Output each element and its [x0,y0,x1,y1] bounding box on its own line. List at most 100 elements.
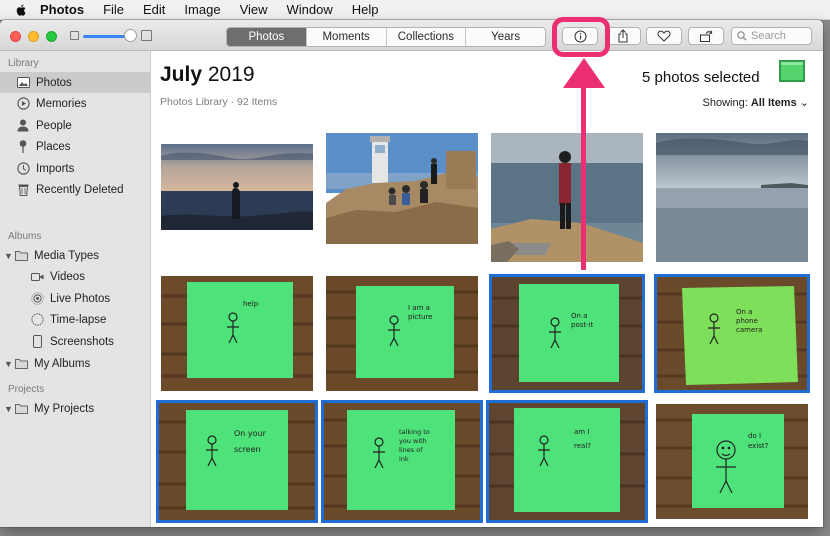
live-photo-icon [30,292,44,306]
annotation-arrow-shaft [581,82,586,270]
photo-thumbnail[interactable]: help [161,276,313,391]
menu-file[interactable]: File [103,2,124,17]
sidebar-item-imports[interactable]: Imports [0,158,150,179]
heart-icon [657,30,671,42]
disclosure-expanded-icon[interactable]: ▼ [4,251,14,261]
menu-bar: Photos File Edit Image View Window Help [0,0,830,20]
search-placeholder: Search [751,30,786,42]
tab-collections[interactable]: Collections [387,28,467,46]
library-subtitle: Photos Library · 92 Items [160,96,278,108]
view-tabs: Photos Moments Collections Years [226,27,546,47]
photo-thumbnail[interactable] [326,133,478,244]
sidebar-item-label: Time-lapse [50,313,107,326]
photo-thumbnail-selected[interactable]: talking to you with lines of ink [321,400,483,523]
photo-thumbnail-selected[interactable]: On your screen [156,400,318,523]
photo-thumbnail-selected[interactable]: On a phone camera [654,274,810,393]
sidebar-item-videos[interactable]: Videos [0,266,150,287]
photo-thumbnail[interactable]: I am a picture [326,276,478,391]
search-field[interactable]: Search [731,27,812,45]
folder-icon [14,249,28,263]
sidebar-section-library: Library [8,58,39,69]
sidebar-item-label: Memories [36,97,87,110]
sidebar-item-photos[interactable]: Photos [0,72,150,93]
photo-thumbnail[interactable] [656,133,808,262]
photo-thumbnail[interactable] [161,144,313,230]
rotate-button[interactable] [688,27,724,45]
trash-icon [16,183,30,197]
sidebar-item-label: Screenshots [50,335,114,348]
sidebar-item-label: My Albums [34,357,91,370]
sidebar: Library Photos Memories People Places Im… [0,51,151,527]
photos-window: Photos Moments Collections Years Search … [0,20,823,527]
sidebar-item-label: Imports [36,162,75,175]
showing-filter[interactable]: Showing: All Items ⌄ [703,96,809,109]
selected-count: 5 photos selected [642,69,760,86]
tab-years[interactable]: Years [466,28,545,46]
folder-icon [14,402,28,416]
sidebar-item-label: My Projects [34,402,95,415]
search-icon [737,31,747,41]
photo-thumbnail-selected[interactable]: am Ireal? [486,400,648,523]
sidebar-item-label: Places [36,140,71,153]
sidebar-item-label: Videos [50,270,85,283]
sidebar-item-my-projects[interactable]: ▼ My Projects [0,398,150,419]
tab-photos[interactable]: Photos [227,28,307,46]
video-icon [30,270,44,284]
screenshot-icon [30,335,44,349]
photo-thumbnail-selected[interactable]: On a post-it [489,274,645,393]
folder-icon [14,357,28,371]
minimize-window-button[interactable] [28,31,39,42]
sidebar-item-screenshots[interactable]: Screenshots [0,331,150,352]
memories-icon [16,97,30,111]
photo-thumbnail[interactable] [491,133,643,262]
menu-edit[interactable]: Edit [143,2,165,17]
showing-value: All Items [750,97,797,109]
sidebar-item-time-lapse[interactable]: Time-lapse [0,309,150,330]
photos-icon [16,76,30,90]
sidebar-item-places[interactable]: Places [0,136,150,157]
sidebar-item-my-albums[interactable]: ▼ My Albums [0,353,150,374]
sidebar-item-label: Recently Deleted [36,183,124,196]
sidebar-item-media-types[interactable]: ▼ Media Types [0,245,150,266]
sidebar-section-projects: Projects [8,384,45,395]
zoom-in-icon [141,30,152,41]
menu-image[interactable]: Image [184,2,220,17]
sidebar-item-memories[interactable]: Memories [0,93,150,114]
page-title: July 2019 [160,63,255,87]
tab-moments[interactable]: Moments [307,28,387,46]
note-text: I am a picture [408,304,432,321]
sidebar-section-albums: Albums [8,231,42,242]
pin-icon [16,140,30,154]
sidebar-item-label: People [36,119,72,132]
slider-fill [83,35,127,38]
apple-logo-icon[interactable] [14,3,28,17]
timelapse-icon [30,313,44,327]
share-icon [618,29,628,43]
info-button-highlight-ring [552,17,610,57]
zoom-window-button[interactable] [46,31,57,42]
showing-label: Showing: [702,97,748,109]
toolbar: Photos Moments Collections Years Search [0,20,823,51]
sidebar-item-live-photos[interactable]: Live Photos [0,288,150,309]
sidebar-item-label: Media Types [34,249,99,262]
clock-icon [16,162,30,176]
menu-help[interactable]: Help [352,2,379,17]
menu-view[interactable]: View [240,2,268,17]
menu-app-name[interactable]: Photos [40,2,84,17]
slider-knob[interactable] [124,29,137,42]
share-button[interactable] [605,27,641,45]
disclosure-expanded-icon[interactable]: ▼ [4,359,14,369]
chevron-down-icon: ⌄ [799,97,809,109]
favorite-button[interactable] [646,27,682,45]
photo-grid-area: July 2019 Photos Library · 92 Items 5 ph… [151,51,823,527]
sidebar-item-label: Photos [36,76,72,89]
menu-window[interactable]: Window [287,2,333,17]
zoom-out-icon [70,31,79,40]
sidebar-item-recently-deleted[interactable]: Recently Deleted [0,179,150,200]
close-window-button[interactable] [10,31,21,42]
title-month: July [160,63,203,86]
sidebar-item-people[interactable]: People [0,115,150,136]
person-icon [16,119,30,133]
disclosure-expanded-icon[interactable]: ▼ [4,404,14,414]
photo-thumbnail[interactable]: do Iexist? [656,404,808,519]
